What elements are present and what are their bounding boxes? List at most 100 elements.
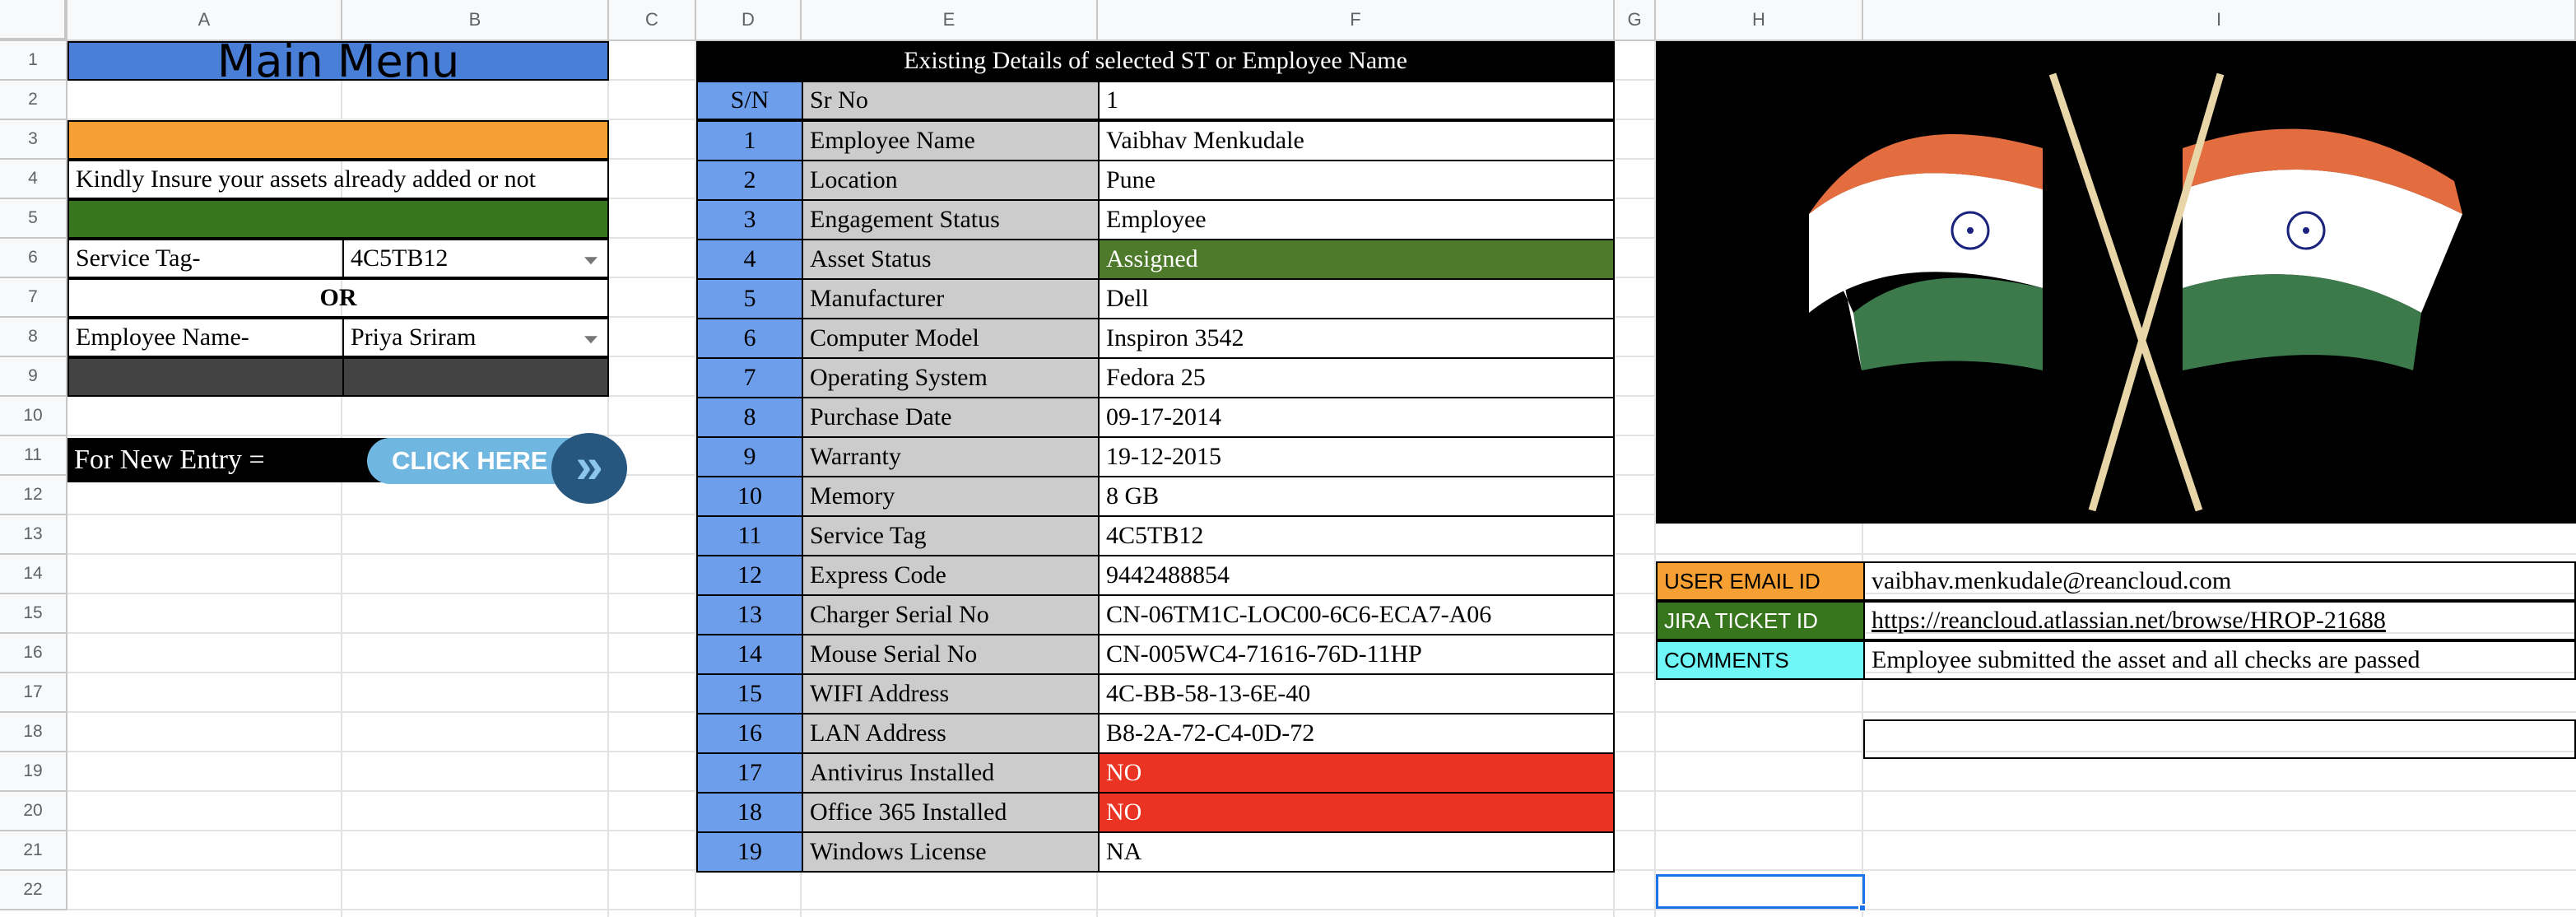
detail-value: 19-12-2015 <box>1098 436 1615 477</box>
detail-sn: 13 <box>696 594 803 635</box>
detail-value: Assigned <box>1098 239 1615 280</box>
employee-name-dropdown[interactable]: Priya Sriram <box>342 318 609 357</box>
column-header-g[interactable]: G <box>1615 0 1656 41</box>
detail-sn: 3 <box>696 199 803 240</box>
detail-label: Employee Name <box>802 120 1100 161</box>
select-all-corner[interactable] <box>0 0 67 41</box>
detail-value: 09-17-2014 <box>1098 397 1615 438</box>
detail-value: 9442488854 <box>1098 555 1615 596</box>
column-header-c[interactable]: C <box>609 0 696 41</box>
double-chevron-glyph: » <box>575 437 603 493</box>
row-header-2[interactable]: 2 <box>0 81 67 120</box>
click-here-button[interactable]: CLICK HERE » <box>367 433 627 504</box>
column-header-i[interactable]: I <box>1863 0 2576 41</box>
or-label: OR <box>67 278 609 318</box>
row-header-11[interactable]: 11 <box>0 436 67 476</box>
detail-label: Computer Model <box>802 318 1100 359</box>
detail-value: 8 GB <box>1098 476 1615 517</box>
detail-label: Windows License <box>802 831 1100 873</box>
detail-sn: 10 <box>696 476 803 517</box>
row-header-13[interactable]: 13 <box>0 515 67 555</box>
row-header-22[interactable]: 22 <box>0 871 67 910</box>
green-banner <box>67 199 609 239</box>
selected-cell[interactable] <box>1656 874 1865 909</box>
column-header-f[interactable]: F <box>1098 0 1615 41</box>
detail-label: Mouse Serial No <box>802 634 1100 675</box>
jira-ticket-link[interactable]: https://reancloud.atlassian.net/browse/H… <box>1863 601 2576 640</box>
row-header-6[interactable]: 6 <box>0 239 67 278</box>
detail-label: Office 365 Installed <box>802 792 1100 833</box>
column-header-b[interactable]: B <box>342 0 609 41</box>
user-email-value: vaibhav.menkudale@reancloud.com <box>1863 561 2576 601</box>
dropdown-arrow-icon[interactable] <box>584 257 598 265</box>
detail-label: Engagement Status <box>802 199 1100 240</box>
comments-label: COMMENTS <box>1656 640 1865 680</box>
detail-label: Asset Status <box>802 239 1100 280</box>
row-header-9[interactable]: 9 <box>0 357 67 397</box>
service-tag-label: Service Tag- <box>67 239 344 278</box>
detail-label: Purchase Date <box>802 397 1100 438</box>
row-header-8[interactable]: 8 <box>0 318 67 357</box>
row-header-16[interactable]: 16 <box>0 634 67 673</box>
detail-sn: 4 <box>696 239 803 280</box>
dropdown-arrow-icon[interactable] <box>584 336 598 344</box>
detail-label: Express Code <box>802 555 1100 596</box>
column-header-a[interactable]: A <box>67 0 342 41</box>
detail-sn: 18 <box>696 792 803 833</box>
column-header-h[interactable]: H <box>1656 0 1863 41</box>
detail-sn: 17 <box>696 752 803 794</box>
column-header-d[interactable]: D <box>696 0 802 41</box>
detail-value: CN-005WC4-71616-76D-11HP <box>1098 634 1615 675</box>
detail-sn: 16 <box>696 713 803 754</box>
row-header-4[interactable]: 4 <box>0 160 67 199</box>
sn-header: S/N <box>696 81 803 120</box>
row-header-17[interactable]: 17 <box>0 673 67 713</box>
employee-name-label: Employee Name- <box>67 318 344 357</box>
insure-notice: Kindly Insure your assets already added … <box>67 160 609 199</box>
detail-label: Charger Serial No <box>802 594 1100 635</box>
detail-sn: 19 <box>696 831 803 873</box>
detail-sn: 7 <box>696 357 803 398</box>
empty-bordered-cell[interactable] <box>1863 719 2576 759</box>
jira-ticket-label: JIRA TICKET ID <box>1656 601 1865 640</box>
row-header-12[interactable]: 12 <box>0 476 67 515</box>
detail-sn: 5 <box>696 278 803 319</box>
details-header: Existing Details of selected ST or Emplo… <box>696 41 1615 81</box>
fill-handle[interactable] <box>1858 904 1867 912</box>
gridline-row <box>67 909 2576 910</box>
detail-value: Vaibhav Menkudale <box>1098 120 1615 161</box>
row-header-21[interactable]: 21 <box>0 831 67 871</box>
service-tag-dropdown[interactable]: 4C5TB12 <box>342 239 609 278</box>
detail-label: Antivirus Installed <box>802 752 1100 794</box>
row-header-14[interactable]: 14 <box>0 555 67 594</box>
row-header-3[interactable]: 3 <box>0 120 67 160</box>
detail-sn: 8 <box>696 397 803 438</box>
main-menu-title: Main Menu <box>67 41 609 81</box>
row-header-15[interactable]: 15 <box>0 594 67 634</box>
detail-label: WIFI Address <box>802 673 1100 715</box>
row-header-18[interactable]: 18 <box>0 713 67 752</box>
dark-bar-left <box>67 357 344 397</box>
orange-banner <box>67 120 609 160</box>
row-header-20[interactable]: 20 <box>0 792 67 831</box>
employee-name-value: Priya Sriram <box>351 324 477 351</box>
detail-sn: 14 <box>696 634 803 675</box>
detail-label: Location <box>802 160 1100 201</box>
detail-label: Manufacturer <box>802 278 1100 319</box>
detail-sn: 11 <box>696 515 803 556</box>
row-header-19[interactable]: 19 <box>0 752 67 792</box>
column-header-e[interactable]: E <box>802 0 1098 41</box>
row-header-10[interactable]: 10 <box>0 397 67 436</box>
detail-value: NA <box>1098 831 1615 873</box>
row-header-7[interactable]: 7 <box>0 278 67 318</box>
row-header-5[interactable]: 5 <box>0 199 67 239</box>
sr-no-label: Sr No <box>802 81 1100 120</box>
detail-label: LAN Address <box>802 713 1100 754</box>
new-entry-bar: For New Entry = <box>67 438 397 482</box>
detail-value: CN-06TM1C-LOC00-6C6-ECA7-A06 <box>1098 594 1615 635</box>
detail-value: Inspiron 3542 <box>1098 318 1615 359</box>
detail-value: Pune <box>1098 160 1615 201</box>
user-email-label: USER EMAIL ID <box>1656 561 1865 601</box>
row-header-1[interactable]: 1 <box>0 41 67 81</box>
detail-label: Operating System <box>802 357 1100 398</box>
